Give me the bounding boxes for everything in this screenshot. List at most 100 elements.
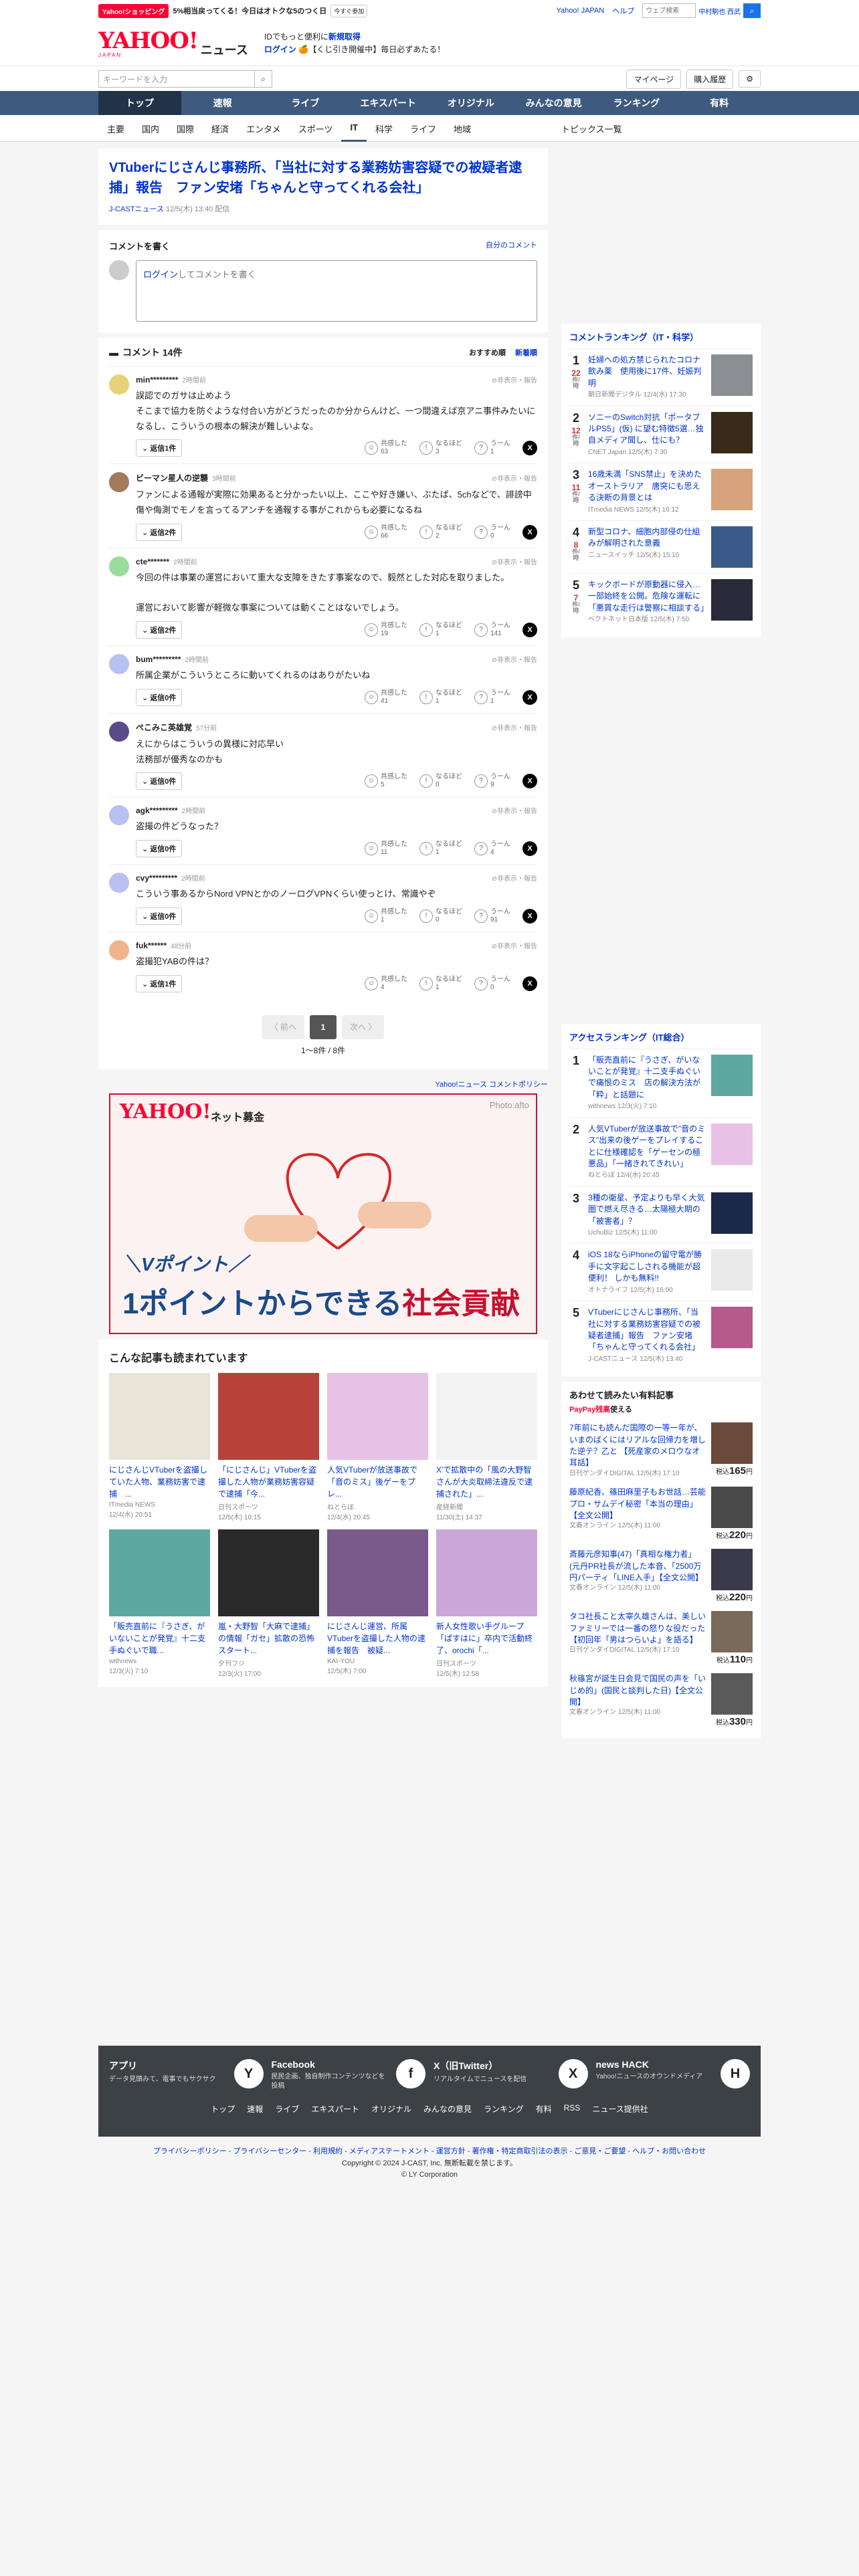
paid-article-item[interactable]: タコ社長こと太宰久雄さんは、美しいファミリーでは一番の怒りな役だった【初回年「男…	[569, 1607, 753, 1669]
avatar[interactable]	[109, 721, 129, 742]
mypage-button[interactable]: マイページ	[626, 69, 682, 89]
reply-button[interactable]: ⌄ 返信0件	[136, 907, 183, 925]
agree-button[interactable]: ! なるほど 1	[419, 622, 462, 638]
empathy-button[interactable]: ☺ 共感した 41	[365, 689, 407, 706]
avatar[interactable]	[109, 873, 129, 893]
agree-button[interactable]: ! なるほど 0	[419, 773, 462, 789]
sort-new[interactable]: 新着順	[515, 347, 537, 358]
hmm-button[interactable]: ? うーん 1	[474, 440, 510, 456]
agree-button[interactable]: ! なるほど 0	[419, 908, 462, 924]
next-page-button[interactable]: 次へ 〉	[342, 1014, 385, 1039]
ranking-item[interactable]: 4 iOS 18ならiPhoneの留守電が勝手に文字起こしされる機能が超便利！ …	[569, 1243, 753, 1301]
cat-it[interactable]: IT	[341, 115, 367, 142]
keyword-search-input[interactable]: キーワードを入力 ⌕	[98, 70, 272, 88]
article-source[interactable]: J-CASTニュース	[109, 205, 164, 213]
nav-expert[interactable]: エキスパート	[347, 91, 430, 115]
ranking-item[interactable]: 2 人気VTuberが放送事故で"音のミス"出来の後ゲーをプレイすることに仕様確…	[569, 1117, 753, 1186]
sort-recommended[interactable]: おすすめ順	[469, 347, 506, 358]
agree-button[interactable]: ! なるほど 2	[419, 524, 462, 540]
hmm-button[interactable]: ? うーん 9	[474, 773, 510, 789]
footer-nav-item[interactable]: オリジナル	[371, 2103, 411, 2115]
footer-nav-item[interactable]: 速報	[247, 2103, 263, 2115]
paid-article-item[interactable]: 藤原紀香、篠田麻里子もお世話…芸能プロ・サムデイ秘密「本当の理由」【全文公開】文…	[569, 1483, 753, 1545]
login-link[interactable]: ログイン	[264, 45, 296, 54]
report-link[interactable]: ⊘非表示・報告	[492, 873, 537, 883]
reply-button[interactable]: ⌄ 返信0件	[136, 772, 183, 790]
hmm-button[interactable]: ? うーん 91	[474, 908, 510, 924]
footer-nav-item[interactable]: RSS	[564, 2103, 581, 2115]
footer-app-link[interactable]: Facebook 民民企画、独自制作コンテンツなどを投稿 f	[272, 2059, 425, 2091]
report-link[interactable]: ⊘非表示・報告	[492, 722, 537, 732]
footer-app-link[interactable]: アプリ データ見頭みて、電事でもサクサク Y	[109, 2059, 264, 2091]
comment-policy-link[interactable]: Yahoo!ニュース コメントポリシー	[98, 1075, 548, 1093]
avatar[interactable]	[109, 374, 129, 395]
related-article-item[interactable]: X'で拡散中の「風の大野智さんが大炎取締法違反で逮捕された」... 産経新聞 11…	[436, 1372, 537, 1521]
nav-top[interactable]: トップ	[98, 91, 181, 115]
web-search-input[interactable]	[642, 3, 696, 18]
avatar[interactable]	[109, 556, 129, 576]
footer-nav-item[interactable]: エキスパート	[311, 2103, 359, 2115]
nav-breaking[interactable]: 速報	[181, 91, 264, 115]
cat-main[interactable]: 主要	[98, 115, 133, 142]
nav-original[interactable]: オリジナル	[430, 91, 512, 115]
article-thumbnail[interactable]	[327, 1372, 428, 1460]
article-thumbnail[interactable]	[109, 1529, 210, 1616]
cat-entertainment[interactable]: エンタメ	[237, 115, 290, 142]
avatar[interactable]	[109, 940, 129, 960]
weather-link[interactable]: 中村駒也 西武	[698, 6, 741, 16]
related-article-item[interactable]: 「にじさんじ」VTuberを盗撮した人物が業務妨害容疑で逮捕「今... 日刊スポ…	[218, 1372, 319, 1521]
related-article-item[interactable]: 人気VTuberが放送事故で「音のミス」後ゲーをプレ... ねとらぼ 12/4(水…	[327, 1372, 428, 1521]
hmm-button[interactable]: ? うーん 0	[474, 524, 510, 540]
article-thumbnail[interactable]	[109, 1372, 210, 1460]
article-thumbnail[interactable]	[436, 1529, 537, 1616]
prev-page-button[interactable]: 〈 前へ	[262, 1014, 304, 1039]
article-thumbnail[interactable]	[218, 1529, 319, 1616]
empathy-button[interactable]: ☺ 共感した 4	[365, 976, 407, 992]
avatar[interactable]	[109, 805, 129, 826]
ranking-item[interactable]: 1 22 件/時 妊婦への処方禁じられたコロナ飲み薬 使用後に17件、妊娠判明 朝日新…	[569, 348, 753, 406]
hmm-button[interactable]: ? うーん 1	[474, 689, 510, 706]
comment-user[interactable]: min*********	[136, 375, 178, 385]
empathy-button[interactable]: ☺ 共感した 66	[365, 524, 407, 540]
comment-user[interactable]: bum*********	[136, 655, 181, 664]
footer-nav-item[interactable]: 有料	[536, 2103, 552, 2115]
agree-button[interactable]: ! なるほど 1	[419, 689, 462, 706]
related-article-item[interactable]: 嵐・大野智「大麻で逮捕」の情報「ガセ」拡散の恐怖 スタート... 夕刊フジ 12/…	[218, 1529, 322, 1678]
register-link[interactable]: 新規取得	[328, 32, 361, 41]
report-link[interactable]: ⊘非表示・報告	[492, 654, 537, 664]
cat-economy[interactable]: 経済	[203, 115, 237, 142]
paid-article-item[interactable]: 7年前にも読んだ国際の一等一年が、いまのばくにはリアルな回帰力を増した逆テ？乙と…	[569, 1418, 753, 1483]
ranking-item[interactable]: 2 12 件/時 ソニーのSwitch対抗「ポータブルPS5」(仮) に望む特徴5選…	[569, 405, 753, 463]
x-share-icon[interactable]: X	[522, 774, 537, 789]
cat-science[interactable]: 科学	[367, 115, 401, 142]
x-share-icon[interactable]: X	[522, 908, 537, 924]
reply-button[interactable]: ⌄ 返信2件	[136, 621, 183, 639]
nav-paid[interactable]: 有料	[678, 91, 761, 115]
cat-domestic[interactable]: 国内	[133, 115, 168, 142]
x-share-icon[interactable]: X	[522, 441, 537, 456]
purchase-history-button[interactable]: 購入履歴	[686, 69, 734, 89]
own-comments-link[interactable]: 自分のコメント	[486, 239, 537, 252]
article-thumbnail[interactable]	[218, 1372, 319, 1460]
agree-button[interactable]: ! なるほど 1	[419, 976, 462, 992]
empathy-button[interactable]: ☺ 共感した 1	[365, 908, 407, 924]
comment-user[interactable]: fuk******	[136, 941, 167, 950]
cat-world[interactable]: 国際	[168, 115, 203, 142]
agree-button[interactable]: ! なるほど 1	[419, 841, 462, 857]
help-link[interactable]: ヘルプ	[612, 5, 634, 16]
footer-links[interactable]: プライバシーポリシー - プライバシーセンター - 利用規約 - メディアステー…	[98, 2137, 761, 2158]
nav-opinion[interactable]: みんなの意見	[512, 91, 595, 115]
footer-nav-item[interactable]: ニュース提供社	[592, 2103, 648, 2115]
reply-button[interactable]: ⌄ 返信0件	[136, 688, 183, 706]
x-share-icon[interactable]: X	[522, 976, 537, 991]
shopping-badge[interactable]: Yahoo!ショッピング	[98, 3, 169, 18]
footer-nav-item[interactable]: トップ	[211, 2103, 235, 2115]
nav-live[interactable]: ライブ	[264, 91, 347, 115]
search-icon[interactable]: ⌕	[743, 3, 761, 18]
reply-button[interactable]: ⌄ 返信1件	[136, 974, 183, 992]
footer-app-link[interactable]: X（旧Twitter） リアルタイムでニュースを配信 X	[434, 2059, 588, 2091]
footer-nav-item[interactable]: ランキング	[484, 2103, 524, 2115]
topics-list-link[interactable]: トピックス一覧	[561, 122, 761, 135]
paid-article-item[interactable]: 斎藤元彦知事(47)「真相な権力者」(元丹PR社長が流した本音、「2500万円パ…	[569, 1545, 753, 1607]
current-page[interactable]: 1	[310, 1014, 337, 1039]
